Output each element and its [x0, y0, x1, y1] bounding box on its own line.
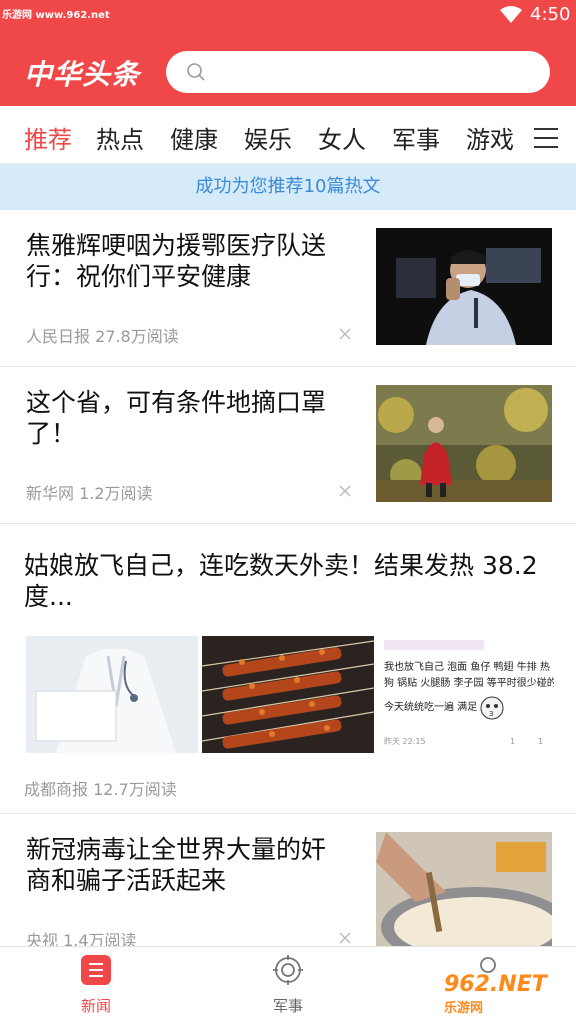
app-logo: 中华头条: [24, 58, 141, 91]
search-input[interactable]: [166, 51, 550, 93]
tab-hot[interactable]: 热点: [96, 120, 144, 155]
tab-recommend[interactable]: 推荐: [24, 120, 72, 155]
post-text-line-3: 今天统统吃一遍 满足: [384, 700, 477, 713]
post-comments: 1: [538, 737, 543, 746]
tab-games[interactable]: 游戏: [466, 120, 514, 155]
close-icon[interactable]: [338, 931, 352, 945]
news-item[interactable]: 姑娘放飞自己，连吃数天外卖！结果发热 38.2 度... 我也放飞自己 泡面 鱼…: [0, 524, 576, 814]
news-item[interactable]: 焦雅辉哽咽为援鄂医疗队送 行：祝你们平安健康 人民日报 27.8万阅读: [0, 210, 576, 367]
news-image-doctor: [26, 636, 198, 753]
category-tabs: 推荐 热点 健康 娱乐 女人 军事 游戏: [0, 106, 576, 164]
post-sticker-number: 3: [489, 710, 493, 718]
app-header: 乐游网 www.962.net 4:50 中华头条: [0, 0, 576, 106]
news-thumbnail: [376, 228, 552, 345]
post-text-line-1: 我也放飞自己 泡面 鱼仔 鸭翅 牛排 热: [384, 660, 550, 673]
nav-military-label: 军事: [272, 997, 303, 1015]
post-text-line-2: 狗 锅贴 火腿肠 李子园 等平时很少碰的: [384, 676, 554, 689]
news-thumbnail: [376, 385, 552, 502]
news-title: 焦雅辉哽咽为援鄂医疗队送 行：祝你们平安健康: [26, 231, 327, 291]
refresh-banner: 成功为您推荐10篇热文: [0, 164, 576, 210]
menu-icon[interactable]: [534, 128, 558, 148]
tab-health[interactable]: 健康: [170, 120, 218, 155]
news-item[interactable]: 新冠病毒让全世界大量的奸 商和骗子活跃起来 央视 1.4万阅读: [0, 814, 576, 954]
news-title: 这个省，可有条件地摘口罩 了！: [26, 388, 327, 448]
news-item[interactable]: 这个省，可有条件地摘口罩 了！ 新华网 1.2万阅读: [0, 367, 576, 524]
tab-military[interactable]: 军事: [392, 120, 440, 155]
news-image-post: 我也放飞自己 泡面 鱼仔 鸭翅 牛排 热 狗 锅贴 火腿肠 李子园 等平时很少碰…: [378, 636, 554, 753]
news-title: 新冠病毒让全世界大量的奸 商和骗子活跃起来: [26, 835, 327, 895]
nav-military[interactable]: 军事: [248, 955, 328, 1016]
news-thumbnail: [376, 832, 552, 949]
post-time: 昨天 22:15: [384, 736, 426, 746]
site-watermark: 962.NET 乐游网: [444, 972, 547, 1016]
search-icon: [187, 63, 205, 81]
nav-news-label: 新闻: [80, 997, 111, 1015]
post-likes: 1: [510, 737, 515, 746]
news-meta: 人民日报 27.8万阅读: [26, 327, 179, 346]
status-bar: 乐游网 www.962.net 4:50: [0, 0, 576, 32]
close-icon[interactable]: [338, 484, 352, 498]
news-meta: 成都商报 12.7万阅读: [24, 780, 177, 799]
wifi-icon: [500, 6, 522, 23]
close-icon[interactable]: [338, 327, 352, 341]
news-title: 姑娘放飞自己，连吃数天外卖！结果发热 38.2 度...: [24, 551, 538, 611]
tab-women[interactable]: 女人: [318, 120, 366, 155]
tab-entertainment[interactable]: 娱乐: [244, 120, 292, 155]
watermark-text: 乐游网 www.962.net: [2, 10, 110, 21]
status-time: 4:50: [530, 4, 571, 25]
news-image-skewers: [202, 636, 374, 753]
crosshair-icon: [273, 955, 303, 985]
nav-news[interactable]: 新闻: [56, 955, 136, 1016]
news-meta: 新华网 1.2万阅读: [26, 484, 153, 503]
news-icon: [81, 955, 111, 985]
